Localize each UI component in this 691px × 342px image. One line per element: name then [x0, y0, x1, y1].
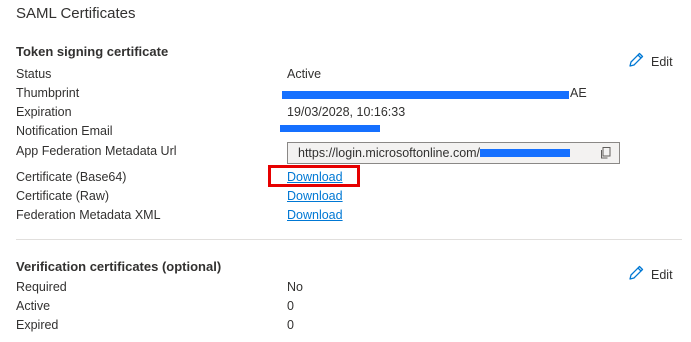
active-value: 0	[287, 299, 294, 313]
token-signing-edit-button[interactable]: Edit	[627, 51, 673, 72]
active-label: Active	[16, 299, 51, 313]
fed-metadata-xml-label: Federation Metadata XML	[16, 208, 161, 222]
metadata-url-value: https://login.microsoftonline.com/	[298, 146, 481, 160]
required-label: Required	[16, 280, 67, 294]
verification-section-title: Verification certificates (optional)	[16, 259, 222, 274]
status-value: Active	[287, 67, 322, 81]
cert-raw-download-link[interactable]: Download	[287, 189, 343, 203]
expiration-label: Expiration	[16, 105, 72, 119]
token-signing-section-title: Token signing certificate	[16, 44, 169, 59]
pencil-icon	[627, 51, 645, 72]
copy-icon[interactable]	[599, 146, 613, 160]
expired-value: 0	[287, 318, 294, 332]
metadata-url-field[interactable]: https://login.microsoftonline.com/	[287, 142, 620, 164]
cert-base64-label: Certificate (Base64)	[16, 170, 127, 184]
thumbprint-redaction	[282, 91, 569, 99]
fed-metadata-xml-download-link[interactable]: Download	[287, 208, 343, 222]
expired-label: Expired	[16, 318, 59, 332]
expiration-value: 19/03/2028, 10:16:33	[287, 105, 406, 119]
required-value: No	[287, 280, 303, 294]
cert-base64-download-link[interactable]: Download	[287, 170, 343, 184]
cert-raw-label: Certificate (Raw)	[16, 189, 110, 203]
notification-email-redaction	[280, 125, 380, 132]
page-title: SAML Certificates	[16, 5, 136, 22]
thumbprint-label: Thumbprint	[16, 86, 80, 100]
pencil-icon	[627, 264, 645, 285]
metadata-url-redaction	[480, 149, 571, 157]
metadata-url-label: App Federation Metadata Url	[16, 144, 177, 158]
edit-label: Edit	[651, 54, 673, 69]
thumbprint-value-suffix: AE	[570, 86, 587, 100]
status-label: Status	[16, 67, 52, 81]
verification-edit-button[interactable]: Edit	[627, 264, 673, 285]
notification-email-label: Notification Email	[16, 124, 113, 138]
section-divider	[16, 239, 682, 240]
edit-label: Edit	[651, 267, 673, 282]
